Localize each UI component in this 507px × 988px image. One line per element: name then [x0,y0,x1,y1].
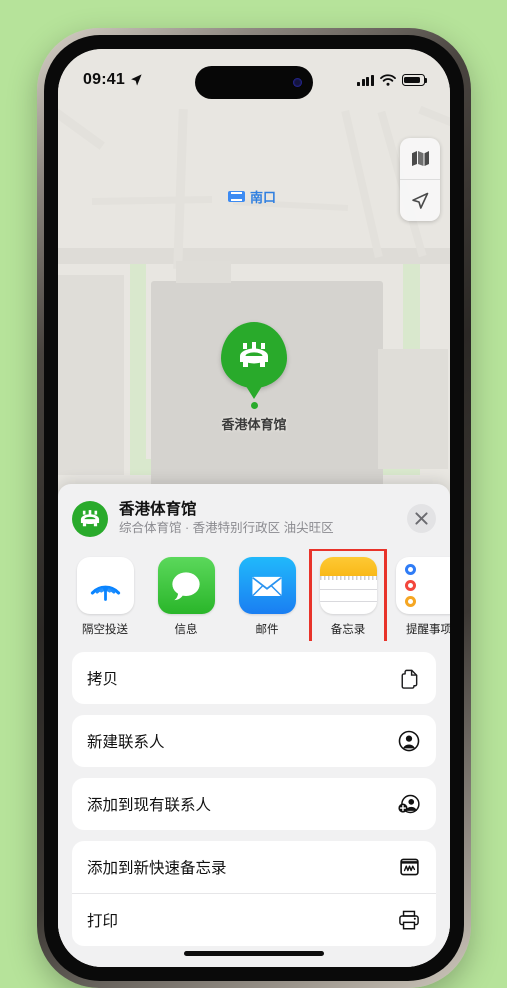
reminders-icon [396,557,450,615]
screenshot-root: 南口 香港体育馆 09:41 香港体育馆 综合体育馆 · 香港特别行政区 油尖旺… [0,0,507,988]
iphone-device-frame: 南口 香港体育馆 09:41 香港体育馆 综合体育馆 · 香港特别行政区 油尖旺… [37,28,471,988]
share-app-label: 备忘录 [330,624,366,637]
action-label: 打印 [87,913,119,931]
front-camera-icon [293,78,302,87]
notes-icon [319,557,377,615]
close-icon [415,512,428,525]
share-app-reminders[interactable]: 提醒事项 [396,557,450,637]
pin-label: 香港体育馆 [221,417,287,432]
action-label: 添加到现有联系人 [87,797,212,815]
stadium-icon [240,342,268,367]
subway-badge-icon [228,191,245,202]
action-row-copy[interactable]: 拷贝 [72,652,436,704]
map-road [341,110,383,258]
share-app-label: 隔空投送 [82,624,128,637]
map-mode-button[interactable] [400,138,440,179]
close-button[interactable] [407,504,436,534]
map-controls[interactable] [400,138,440,221]
action-group: 添加到现有联系人 [72,778,436,831]
map-layers-icon [411,151,429,166]
transit-station-name: 南口 [250,190,277,205]
action-group: 新建联系人 [72,715,436,768]
action-row-print[interactable]: 打印 [72,893,436,946]
action-group: 拷贝 [72,652,436,705]
action-row-new-contact[interactable]: 新建联系人 [72,715,436,767]
printer-icon [397,908,421,932]
mail-icon [238,557,296,615]
action-label: 添加到新快速备忘录 [87,860,227,878]
share-app-label: 提醒事项 [406,624,450,637]
share-app-notes[interactable]: 备忘录 [309,549,387,642]
place-title: 香港体育馆 [119,501,197,518]
quick-note-icon [397,855,421,879]
share-apps-row[interactable]: 隔空投送 信息 邮件 备忘录 提醒事项 [58,549,450,642]
place-pin-marker[interactable] [221,322,287,388]
map-place-pin[interactable]: 香港体育馆 [58,322,450,433]
action-label: 拷贝 [87,671,119,689]
device-screen: 南口 香港体育馆 09:41 香港体育馆 综合体育馆 · 香港特别行政区 油尖旺… [58,49,450,967]
locate-me-button[interactable] [400,179,440,221]
location-arrow-icon [412,192,429,209]
map-building [176,261,231,283]
share-app-label: 信息 [174,624,198,637]
place-info: 香港体育馆 综合体育馆 · 香港特别行政区 油尖旺区 [119,500,407,537]
map-road [91,195,213,206]
airdrop-icon [76,557,134,615]
share-sheet-header: 香港体育馆 综合体育馆 · 香港特别行政区 油尖旺区 [58,484,450,549]
action-row-add-existing-contact[interactable]: 添加到现有联系人 [72,778,436,830]
messages-icon [157,557,215,615]
map-road [58,107,105,150]
share-app-mail[interactable]: 邮件 [236,557,298,637]
action-group: 添加到新快速备忘录 打印 [72,841,436,947]
share-app-label: 邮件 [255,624,279,637]
map-road [58,248,450,264]
device-bezel: 南口 香港体育馆 09:41 香港体育馆 综合体育馆 · 香港特别行政区 油尖旺… [44,35,464,981]
action-row-quick-note[interactable]: 添加到新快速备忘录 [72,841,436,893]
place-avatar [72,500,108,537]
share-sheet: 香港体育馆 综合体育馆 · 香港特别行政区 油尖旺区 隔空投送 信息 邮件 备忘… [58,484,450,967]
map-road [173,108,188,270]
transit-station-label[interactable]: 南口 [228,187,276,206]
share-app-messages[interactable]: 信息 [155,557,217,637]
stadium-icon [80,510,100,527]
share-app-airdrop[interactable]: 隔空投送 [74,557,136,637]
dynamic-island [195,66,313,99]
place-subtitle: 综合体育馆 · 香港特别行政区 油尖旺区 [119,521,334,536]
copy-icon [397,666,421,690]
action-label: 新建联系人 [87,734,165,752]
home-indicator[interactable] [184,951,324,956]
pin-anchor-dot [250,402,258,409]
person-add-icon [397,792,421,816]
person-circle-icon [397,729,421,753]
map-road [418,105,450,133]
